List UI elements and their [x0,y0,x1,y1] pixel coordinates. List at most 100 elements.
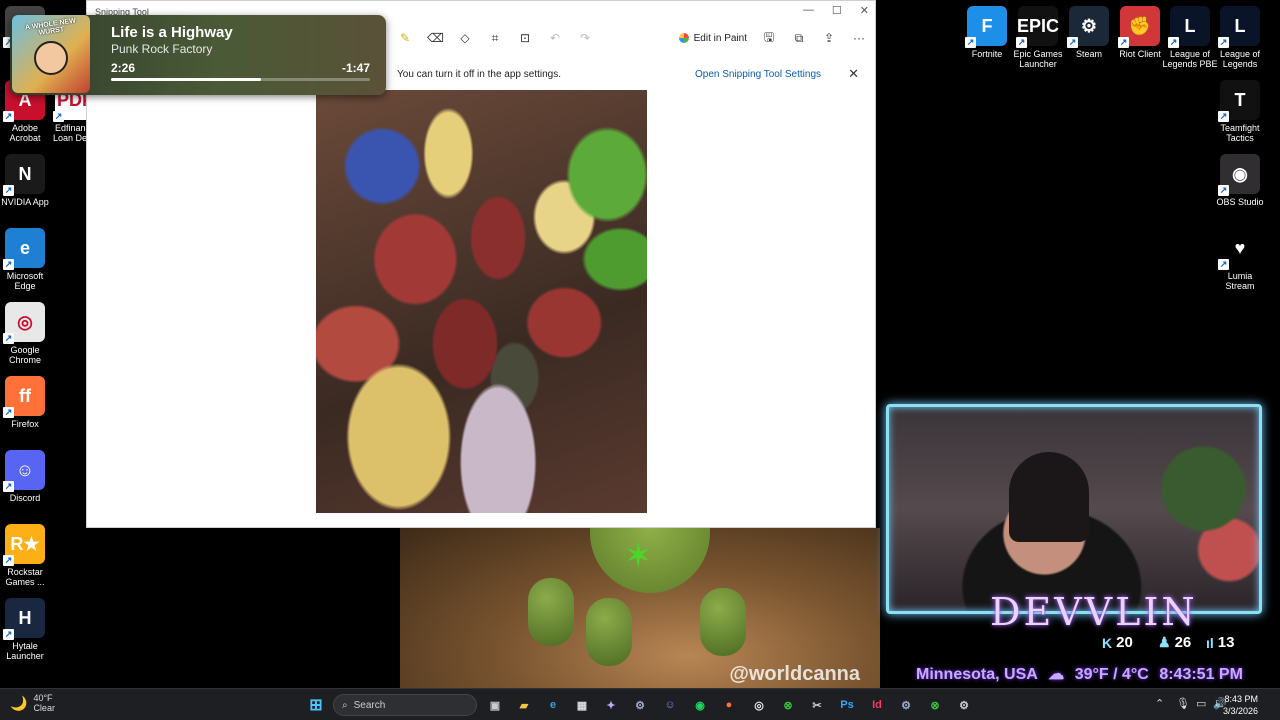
desktop-icon-label: NVIDIA App [1,197,49,207]
clock-time: 8:43 PM [1224,694,1258,704]
store-icon[interactable]: ▦ [571,694,593,716]
weather-widget[interactable]: 🌙 40°F Clear [10,693,55,713]
xbox-alt-icon[interactable]: ⊗ [924,694,946,716]
shortcut-arrow-icon: ↗ [1218,259,1229,270]
edit-in-paint-button[interactable]: Edit in Paint [678,32,747,44]
start-icon[interactable]: ⊞ [305,694,327,716]
desktop-icon-lol[interactable]: L ↗ League of Legends [1208,6,1272,69]
open-settings-link[interactable]: Open Snipping Tool Settings [695,69,821,80]
hytale-icon: H ↗ [3,598,45,640]
stat-icon: K [1102,634,1113,651]
desktop-icon-label: Google Chrome [8,345,41,365]
obs-icon: ◉ ↗ [1218,154,1260,196]
copilot-icon[interactable]: ✦ [600,694,622,716]
maximize-button[interactable]: ☐ [832,4,842,17]
desktop-icon-nvidia[interactable]: N ↗ NVIDIA App [0,154,57,207]
stream-brand: DEVVLIN [990,590,1198,634]
indesign-icon[interactable]: Id [866,694,888,716]
stat-value: 26 [1174,634,1192,651]
window-controls: — ☐ ✕ [803,4,869,17]
mic-icon[interactable]: 🎙 [1176,697,1190,710]
location-weather-time: Minnesota, USA ☁ 39°F / 4°C 8:43:51 PM [916,664,1249,684]
song-artist: Punk Rock Factory [111,42,213,56]
more-icon[interactable]: ··· [851,31,867,45]
desktop-icon-label: Microsoft Edge [6,271,44,291]
steam-taskbar-icon[interactable]: ⚙ [629,694,651,716]
taskbar-clock[interactable]: 8:43 PM 3/3/2026 [1223,693,1258,717]
moon-cloud-icon: ☁ [1048,666,1065,683]
spotify-icon[interactable]: ◉ [689,694,711,716]
desktop-icon-rockstar[interactable]: R★ ↗ Rockstar Games ... [0,524,57,587]
desktop-icon-label: League of Legends [1219,49,1261,69]
eraser-icon[interactable]: ⌫ [427,31,444,45]
photoshop-icon[interactable]: Ps [836,694,858,716]
stat-value: 20 [1116,634,1133,651]
desktop-icon-lumia[interactable]: ♥ ↗ Lumia Stream [1208,228,1272,291]
redo-icon[interactable]: ↷ [577,31,593,45]
share-icon[interactable]: ⇪ [821,31,837,45]
nvidia-icon: N ↗ [3,154,45,196]
media-flyout[interactable]: A WHOLE NEW WURST Life is a Highway Punk… [10,15,386,95]
text-actions-icon[interactable]: ⊡ [517,31,533,45]
stat-icon: ♟ [1158,634,1171,650]
display-icon[interactable]: ▭ [1196,697,1206,710]
shortcut-arrow-icon: ↗ [3,629,14,640]
album-art: A WHOLE NEW WURST [12,15,90,93]
progress-bar[interactable] [111,78,370,81]
settings-icon[interactable]: ⚙ [953,694,975,716]
streamer-silhouette [1009,452,1089,542]
close-notice-icon[interactable]: ✕ [848,66,859,82]
album-art-text: A WHOLE NEW WURST [24,17,77,37]
chrome-icon: ◎ ↗ [3,302,45,344]
copy-icon[interactable]: ⧉ [791,31,807,46]
stat-viewers: ıl 13 [1206,634,1234,651]
location-text: Minnesota, USA [916,666,1038,683]
search-box[interactable]: ⌕ Search [333,694,477,716]
close-button[interactable]: ✕ [860,4,869,17]
firefox-taskbar-icon[interactable]: ● [718,694,740,716]
shortcut-arrow-icon: ↗ [1218,37,1229,48]
desktop-icon-label: Discord [9,493,41,503]
stat-icon: ıl [1206,634,1214,651]
taskbar: 🌙 40°F Clear ⊞ ⌕ Search ▣ ▰ e ▦ ✦ ⚙ ☺ ◉ … [0,688,1280,720]
desktop-icon-obs[interactable]: ◉ ↗ OBS Studio [1208,154,1272,207]
shapes-icon[interactable]: ◇ [457,31,473,45]
tray-chevron-icon[interactable]: ⌃ [1155,697,1164,710]
undo-icon[interactable]: ↶ [547,31,563,45]
desktop-icon-label: OBS Studio [1216,197,1264,207]
steam-alt-icon[interactable]: ⚙ [895,694,917,716]
snipping-taskbar-icon[interactable]: ✂ [806,694,828,716]
desktop-icon-edge[interactable]: e ↗ Microsoft Edge [0,228,57,291]
minimize-button[interactable]: — [803,4,814,17]
stat-value: 13 [1217,634,1235,651]
discord-taskbar-icon[interactable]: ☺ [659,694,681,716]
moon-icon: 🌙 [10,694,28,711]
shortcut-arrow-icon: ↗ [1118,37,1129,48]
desktop-icon-label: Hytale Launcher [6,641,44,661]
weather-temp: 40°F [33,693,53,703]
desktop-icon-discord[interactable]: ☺ ↗ Discord [0,450,57,503]
crop-icon[interactable]: ⌗ [487,31,503,46]
highlighter-icon[interactable]: ✎ [397,31,413,45]
file-explorer-icon[interactable]: ▰ [513,694,535,716]
shortcut-arrow-icon: ↗ [3,481,14,492]
save-icon[interactable]: 🖫 [761,28,777,49]
xbox-icon[interactable]: ⊗ [777,694,799,716]
leaf-icon: ✶ [624,537,653,575]
edit-in-paint-label: Edit in Paint [693,32,747,44]
desktop-icon-firefox[interactable]: ff ↗ Firefox [0,376,57,429]
shortcut-arrow-icon: ↗ [1067,37,1078,48]
desktop-icon-hytale[interactable]: H ↗ Hytale Launcher [0,598,57,661]
task-view-icon[interactable]: ▣ [484,694,506,716]
desktop-icon-tft[interactable]: T ↗ Teamfight Tactics [1208,80,1272,143]
chrome-taskbar-icon[interactable]: ◎ [748,694,770,716]
rockstar-icon: R★ ↗ [3,524,45,566]
desktop-icon-label: Adobe Acrobat [9,123,41,143]
desktop-icon-chrome[interactable]: ◎ ↗ Google Chrome [0,302,57,365]
shortcut-arrow-icon: ↗ [1218,185,1229,196]
desktop-icon-label: Rockstar Games ... [5,567,45,587]
stat-subs: ♟ 26 [1158,634,1191,651]
temperature-text: 39°F / 4°C [1074,666,1149,683]
lolpbe-icon: L ↗ [1168,6,1210,48]
edge-taskbar-icon[interactable]: e [542,694,564,716]
